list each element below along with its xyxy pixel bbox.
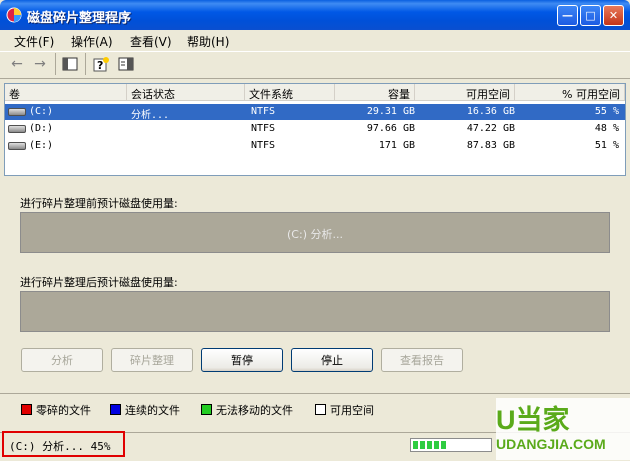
legend-swatch-free bbox=[315, 404, 326, 415]
toolbar-separator bbox=[85, 53, 86, 75]
column-header-volume[interactable]: 卷 bbox=[5, 84, 127, 101]
progress-bar bbox=[410, 438, 492, 452]
table-row[interactable]: (E:) NTFS 171 GB 87.83 GB 51 % bbox=[5, 138, 625, 154]
minimize-button[interactable]: — bbox=[557, 5, 578, 26]
maximize-button[interactable]: □ bbox=[580, 5, 601, 26]
defragment-button[interactable]: 碎片整理 bbox=[111, 348, 193, 372]
table-row[interactable]: (D:) NTFS 97.66 GB 47.22 GB 48 % bbox=[5, 121, 625, 137]
legend-swatch-unmovable bbox=[201, 404, 212, 415]
legend-label-contiguous: 连续的文件 bbox=[125, 404, 180, 417]
progress-fill bbox=[413, 441, 448, 449]
column-header-filesystem[interactable]: 文件系统 bbox=[245, 84, 335, 101]
legend-swatch-fragmented bbox=[21, 404, 32, 415]
stop-button[interactable]: 停止 bbox=[291, 348, 373, 372]
percent-free: 51 % bbox=[594, 140, 619, 151]
filesystem: NTFS bbox=[251, 140, 276, 151]
after-defrag-label: 进行碎片整理后预计磁盘使用量: bbox=[20, 276, 178, 289]
status-highlight-box bbox=[2, 431, 125, 457]
percent-free: 48 % bbox=[594, 123, 619, 134]
close-button[interactable]: ✕ bbox=[603, 5, 624, 26]
capacity: 29.31 GB bbox=[366, 106, 415, 117]
properties-icon[interactable] bbox=[118, 57, 134, 71]
free-space: 47.22 GB bbox=[466, 123, 515, 134]
free-space: 16.36 GB bbox=[466, 106, 515, 117]
after-defrag-display bbox=[20, 291, 610, 332]
menu-view[interactable]: 查看(V) bbox=[130, 33, 172, 50]
help-icon[interactable]: ? bbox=[93, 56, 110, 72]
hard-drive-icon bbox=[8, 108, 26, 116]
filesystem: NTFS bbox=[251, 123, 276, 134]
table-row[interactable]: (C:) 分析... NTFS 29.31 GB 16.36 GB 55 % bbox=[5, 104, 625, 121]
capacity: 97.66 GB bbox=[366, 123, 415, 134]
menu-file[interactable]: 文件(F) bbox=[14, 33, 54, 50]
watermark-logo: U当家 bbox=[496, 405, 570, 435]
free-space: 87.83 GB bbox=[466, 140, 515, 151]
capacity: 171 GB bbox=[378, 140, 415, 151]
volume-name: (E:) bbox=[29, 140, 54, 151]
pause-button[interactable]: 暂停 bbox=[201, 348, 283, 372]
forward-arrow-icon[interactable]: → bbox=[31, 56, 49, 72]
hard-drive-icon bbox=[8, 125, 26, 133]
view-report-button[interactable]: 查看报告 bbox=[381, 348, 463, 372]
legend-label-free: 可用空间 bbox=[330, 404, 374, 417]
back-arrow-icon[interactable]: ← bbox=[8, 56, 26, 72]
window-title: 磁盘碎片整理程序 bbox=[27, 11, 132, 26]
volume-name: (C:) bbox=[29, 106, 54, 117]
legend-label-fragmented: 零碎的文件 bbox=[36, 404, 91, 417]
legend-swatch-contiguous bbox=[110, 404, 121, 415]
defrag-app-icon bbox=[6, 7, 22, 23]
before-defrag-status: (C:) 分析... bbox=[287, 228, 343, 241]
column-header-session-status[interactable]: 会话状态 bbox=[127, 84, 245, 101]
toolbar-separator bbox=[55, 53, 56, 75]
menu-help[interactable]: 帮助(H) bbox=[187, 33, 229, 50]
column-header-capacity[interactable]: 容量 bbox=[335, 84, 415, 101]
column-header-percent-free[interactable]: % 可用空间 bbox=[515, 84, 625, 101]
svg-text:?: ? bbox=[97, 59, 103, 72]
hard-drive-icon bbox=[8, 142, 26, 150]
legend-label-unmovable: 无法移动的文件 bbox=[216, 404, 293, 417]
console-tree-icon[interactable] bbox=[62, 57, 78, 71]
watermark-url: UDANGJIA.COM bbox=[496, 436, 606, 452]
menu-action[interactable]: 操作(A) bbox=[71, 33, 113, 50]
analyze-button[interactable]: 分析 bbox=[21, 348, 103, 372]
column-header-free-space[interactable]: 可用空间 bbox=[415, 84, 515, 101]
session-status: 分析... bbox=[131, 110, 170, 121]
percent-free: 55 % bbox=[594, 106, 619, 117]
divider bbox=[0, 393, 630, 394]
filesystem: NTFS bbox=[251, 106, 276, 117]
volume-name: (D:) bbox=[29, 123, 54, 134]
before-defrag-label: 进行碎片整理前预计磁盘使用量: bbox=[20, 197, 178, 210]
